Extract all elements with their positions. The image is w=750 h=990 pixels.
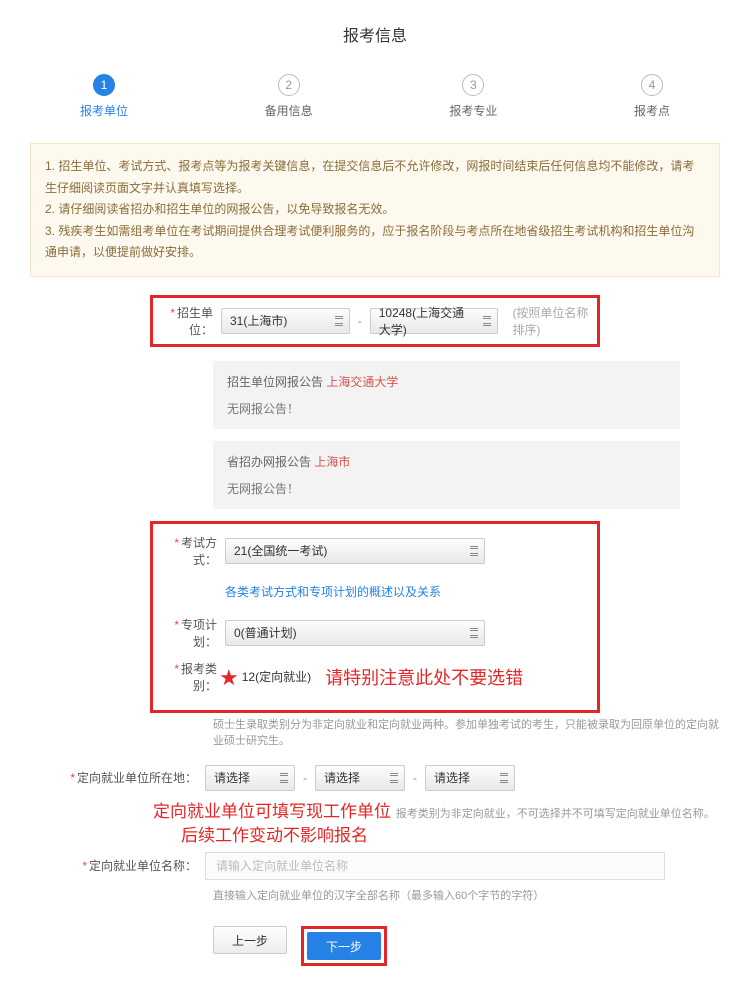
category-value: 12(定向就业): [242, 668, 311, 685]
separator: -: [356, 314, 364, 328]
province-notice-title: 省招办网报公告 上海市: [227, 453, 666, 470]
province-notice-body: 无网报公告！: [227, 480, 666, 497]
unit-province-select[interactable]: 31(上海市): [221, 308, 350, 334]
step-number: 3: [462, 74, 484, 96]
form-area: *招生单位： 31(上海市) - 10248(上海交通大学) (按照单位名称排序…: [0, 295, 750, 990]
step-number: 4: [641, 74, 663, 96]
workname-label: *定向就业单位名称：: [30, 857, 205, 874]
info-line: 1. 招生单位、考试方式、报考点等为报考关键信息，在提交信息后不允许修改，网报时…: [45, 156, 705, 199]
workname-note: 直接输入定向就业单位的汉字全部名称（最多输入60个字节的字符）: [213, 888, 720, 905]
highlight-unit: *招生单位： 31(上海市) - 10248(上海交通大学) (按照单位名称排序…: [150, 295, 600, 347]
button-row: 上一步 下一步: [213, 918, 720, 990]
info-box: 1. 招生单位、考试方式、报考点等为报考关键信息，在提交信息后不允许修改，网报时…: [30, 143, 720, 277]
step-number: 2: [278, 74, 300, 96]
workloc-callout-line2: 后续工作变动不影响报名: [181, 824, 715, 848]
prev-button[interactable]: 上一步: [213, 926, 287, 954]
workloc-callout-line1: 定向就业单位可填写现工作单位 报考类别为非定向就业，不可选择并不可填写定向就业单…: [153, 800, 715, 824]
category-label: *报考类别：: [165, 660, 225, 694]
province-notice-box: 省招办网报公告 上海市 无网报公告！: [213, 441, 680, 509]
unit-notice-body: 无网报公告！: [227, 400, 666, 417]
exam-help-link[interactable]: 各类考试方式和专项计划的概述以及关系: [225, 583, 441, 600]
step-unit: 1 报考单位: [80, 74, 128, 119]
step-label: 报考单位: [80, 102, 128, 119]
plan-label: *专项计划：: [165, 616, 225, 650]
workloc-select-2[interactable]: 请选择: [315, 765, 405, 791]
step-backup: 2 备用信息: [265, 74, 313, 119]
step-site: 4 报考点: [634, 74, 670, 119]
unit-label: *招生单位：: [161, 304, 221, 338]
exam-label: *考试方式：: [165, 534, 225, 568]
step-label: 报考点: [634, 102, 670, 119]
workloc-select-3[interactable]: 请选择: [425, 765, 515, 791]
stepper: 1 报考单位 2 备用信息 3 报考专业 4 报考点: [0, 68, 750, 143]
unit-notice-box: 招生单位网报公告 上海交通大学 无网报公告！: [213, 361, 680, 429]
step-label: 报考专业: [449, 102, 497, 119]
unit-hint: (按照单位名称排序): [512, 304, 591, 338]
highlight-exam-block: *考试方式： 21(全国统一考试) 各类考试方式和专项计划的概述以及关系 *专项…: [150, 521, 600, 713]
workloc-select-1[interactable]: 请选择: [205, 765, 295, 791]
exam-method-select[interactable]: 21(全国统一考试): [225, 538, 485, 564]
step-major: 3 报考专业: [449, 74, 497, 119]
unit-notice-title: 招生单位网报公告 上海交通大学: [227, 373, 666, 390]
category-callout: 请特别注意此处不要选错: [325, 664, 523, 690]
unit-school-select[interactable]: 10248(上海交通大学): [370, 308, 499, 334]
star-icon: ★: [219, 667, 239, 689]
info-line: 3. 残疾考生如需组考单位在考试期间提供合理考试便利服务的，应于报名阶段与考点所…: [45, 221, 705, 264]
highlight-next: 下一步: [301, 926, 387, 966]
step-number: 1: [93, 74, 115, 96]
step-label: 备用信息: [265, 102, 313, 119]
workloc-label: *定向就业单位所在地：: [30, 769, 205, 786]
workloc-suffix: 报考类别为非定向就业，不可选择并不可填写定向就业单位名称。: [396, 808, 715, 820]
page-title: 报考信息: [0, 0, 750, 68]
special-plan-select[interactable]: 0(普通计划): [225, 620, 485, 646]
info-line: 2. 请仔细阅读省招办和招生单位的网报公告，以免导致报名无效。: [45, 199, 705, 221]
separator: -: [411, 771, 419, 785]
category-note: 硕士生录取类别分为非定向就业和定向就业两种。参加单独考试的考生，只能被录取为回原…: [213, 717, 720, 750]
workname-input[interactable]: [205, 852, 665, 880]
next-button[interactable]: 下一步: [307, 932, 381, 960]
separator: -: [301, 771, 309, 785]
